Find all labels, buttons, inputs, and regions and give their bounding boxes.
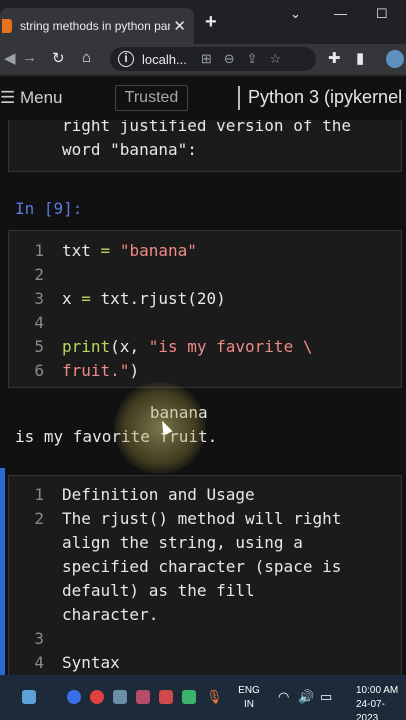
code-line-3: x = txt.rjust(20) — [62, 289, 226, 308]
line-number: 6 — [34, 361, 44, 380]
code-token-var: x — [62, 289, 72, 308]
line-number: 1 — [34, 241, 44, 260]
clock-date: 24-07-2023 — [356, 699, 385, 720]
home-icon[interactable]: ⌂ — [82, 49, 91, 66]
code-token-var: txt — [62, 241, 91, 260]
code-token-string: "banana" — [119, 241, 197, 260]
browser-tab-bar: string methods in python part ✕ + ⌄ — ☐ — [0, 0, 406, 44]
battery-icon[interactable]: ▭ — [320, 689, 332, 705]
code-token-string: fruit." — [62, 361, 130, 380]
address-bar[interactable]: i localh... ⊞ ⊖ ⇪ ☆ — [110, 47, 316, 71]
language-code: ENG — [238, 685, 260, 696]
kernel-name[interactable]: Python 3 (ipykernel — [248, 87, 402, 108]
markdown-line: specified character (space is — [62, 557, 342, 576]
volume-icon[interactable]: 🔊 — [298, 689, 314, 705]
forward-icon[interactable]: → — [22, 49, 37, 66]
code-token-builtin: print — [62, 337, 111, 356]
clock-time: 10:00 AM — [356, 685, 399, 696]
chrome-icon[interactable] — [90, 690, 104, 704]
jupyter-favicon-icon — [2, 19, 12, 33]
app-icon[interactable] — [113, 690, 127, 704]
markdown-line: Syntax — [62, 653, 120, 672]
code-token-string: "is my favorite \ — [148, 337, 313, 356]
line-number: 1 — [34, 485, 44, 504]
language-indicator[interactable]: ENG IN — [234, 684, 264, 712]
markdown-line: character. — [62, 605, 159, 624]
translate-icon[interactable]: ⊞ — [201, 51, 212, 67]
code-token-paren: ) — [129, 361, 140, 380]
markdown-line: default) as the fill — [62, 581, 255, 600]
url-text[interactable]: localh... — [142, 52, 187, 67]
trusted-indicator[interactable]: Trusted — [115, 85, 188, 111]
extensions-icon[interactable]: ✚ — [328, 49, 341, 67]
browser-toolbar: ◀ → ↻ ⌂ i localh... ⊞ ⊖ ⇪ ☆ ✚ ▮ — [0, 44, 406, 74]
tab-title: string methods in python part — [20, 19, 170, 33]
reload-icon[interactable]: ◀ — [4, 49, 16, 67]
paint-icon[interactable] — [159, 690, 173, 704]
microphone-icon[interactable]: 🎙 — [206, 689, 223, 705]
security-icon[interactable] — [182, 690, 196, 704]
code-token-call: txt.rjust(20) — [100, 289, 226, 308]
code-token-op: = — [71, 289, 101, 308]
line-number: 3 — [34, 629, 44, 648]
tab-close-icon[interactable]: ✕ — [173, 17, 186, 35]
site-info-icon[interactable]: i — [118, 51, 134, 67]
maximize-button[interactable]: ☐ — [376, 6, 388, 22]
markdown-line: Definition and Usage — [62, 485, 255, 504]
active-cell-indicator — [0, 468, 5, 675]
refresh-icon[interactable]: ↻ — [52, 49, 65, 67]
new-tab-button[interactable]: + — [205, 11, 217, 34]
taskbar: 🎙 ENG IN ◠ 🔊 ▭ 10:00 AM 24-07-2023 — [0, 675, 406, 720]
line-number: 3 — [34, 289, 44, 308]
menu-button[interactable]: ☰ Menu — [0, 88, 63, 108]
line-number: 2 — [34, 509, 44, 528]
browser-tab[interactable]: string methods in python part ✕ — [0, 8, 194, 44]
screen-recorder-icon[interactable] — [136, 690, 150, 704]
markdown-line: word "banana": — [62, 140, 197, 159]
bookmark-star-icon[interactable]: ☆ — [270, 51, 282, 67]
code-line-5: print(x, "is my favorite \ — [62, 337, 312, 356]
wifi-icon[interactable]: ◠ — [278, 689, 289, 705]
code-line-1: txt = "banana" — [62, 241, 197, 260]
line-number: 2 — [34, 265, 44, 284]
line-number: 4 — [34, 653, 44, 672]
zoom-app-icon[interactable] — [67, 690, 81, 704]
kernel-separator — [238, 86, 240, 110]
line-number: 4 — [34, 313, 44, 332]
notebook-area: right justified version of the word "ban… — [0, 120, 406, 675]
line-number: 5 — [34, 337, 44, 356]
share-icon[interactable]: ⇪ — [247, 51, 258, 67]
cell-prompt: In [9]: — [15, 199, 83, 218]
tab-search-icon[interactable]: ⌄ — [290, 6, 301, 22]
clock[interactable]: 10:00 AM 24-07-2023 — [356, 684, 406, 720]
profile-avatar[interactable] — [386, 50, 404, 68]
code-token-op: = — [90, 241, 120, 260]
file-explorer-icon[interactable] — [22, 690, 36, 704]
jupyter-header: ☰ Menu Trusted Python 3 (ipykernel — [0, 76, 406, 120]
zoom-icon[interactable]: ⊖ — [224, 51, 235, 67]
markdown-line: right justified version of the — [62, 120, 351, 135]
code-token-args: (x, — [110, 337, 149, 356]
markdown-line: The rjust() method will right — [62, 509, 342, 528]
markdown-line: align the string, using a — [62, 533, 303, 552]
code-line-6: fruit.") — [62, 361, 139, 380]
region-code: IN — [244, 699, 254, 710]
minimize-button[interactable]: — — [334, 6, 347, 21]
side-panel-icon[interactable]: ▮ — [356, 49, 364, 67]
